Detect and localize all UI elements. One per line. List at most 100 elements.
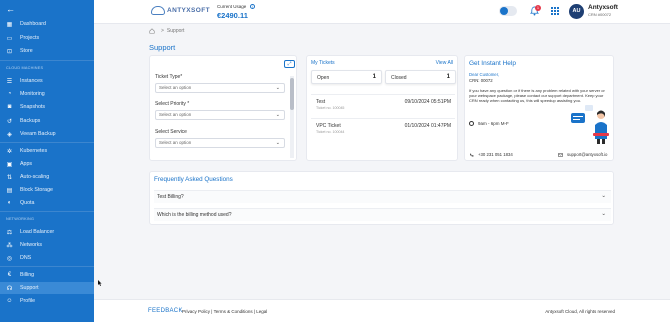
theme-toggle[interactable] bbox=[499, 6, 517, 16]
service-select[interactable]: Select an option ⌄ bbox=[155, 138, 285, 148]
page-title: Support bbox=[149, 43, 176, 52]
sidebar-item-support[interactable]: ☊ Support bbox=[0, 282, 94, 294]
headset-icon: ☊ bbox=[6, 285, 13, 292]
phone-icon bbox=[470, 153, 474, 156]
user-name[interactable]: Antyxsoft bbox=[588, 4, 618, 11]
sidebar-item-apps[interactable]: ▣ Apps bbox=[0, 158, 94, 170]
sidebar-item-label: Support bbox=[20, 285, 39, 291]
kubernetes-icon: ✲ bbox=[6, 148, 13, 155]
ticket-date: 09/10/2024 05:51PM bbox=[404, 99, 451, 105]
sidebar-item-profile[interactable]: ☺ Profile bbox=[0, 295, 94, 307]
sidebar-divider bbox=[0, 266, 94, 267]
my-tickets-title: My Tickets bbox=[311, 60, 335, 66]
open-tickets-box[interactable]: Open 1 bbox=[311, 70, 382, 84]
view-all-link[interactable]: View All bbox=[436, 60, 453, 66]
back-arrow-icon[interactable]: ← bbox=[6, 4, 15, 14]
footer-links[interactable]: Privacy Policy | Terms & Conditions | Le… bbox=[182, 309, 267, 314]
service-value: Select an option bbox=[159, 140, 192, 145]
chevron-down-icon: ⌄ bbox=[275, 140, 280, 146]
avatar[interactable]: AU bbox=[569, 4, 584, 19]
sidebar-item-label: Instances bbox=[20, 78, 43, 84]
open-count: 1 bbox=[372, 74, 376, 80]
chevron-down-icon: ⌄ bbox=[601, 193, 606, 199]
breadcrumb: > Support bbox=[149, 28, 184, 34]
sidebar-item-instances[interactable]: ☰ Instances bbox=[0, 75, 94, 87]
instant-help-card: Get Instant Help Dear Customer, CRN: 000… bbox=[464, 55, 614, 161]
sidebar: ← ▦ Dashboard ▭ Projects ⊡ Store CLOUD MACH… bbox=[0, 0, 94, 322]
help-phone: +30 231 051 1834 bbox=[469, 152, 513, 157]
priority-value: Select an option bbox=[159, 112, 192, 117]
sidebar-item-billing[interactable]: € Billing bbox=[0, 269, 94, 281]
home-icon[interactable] bbox=[149, 28, 155, 34]
sidebar-item-kubernetes[interactable]: ✲ Kubernetes bbox=[0, 145, 94, 157]
help-body: If you have any question or if there is … bbox=[469, 88, 605, 103]
faq-question: Test Billing? bbox=[157, 194, 184, 200]
camera-icon: ◙ bbox=[7, 104, 12, 110]
chart-icon: ◔ bbox=[7, 91, 12, 97]
closed-count: 1 bbox=[446, 74, 450, 80]
folder-icon: ▭ bbox=[6, 35, 13, 42]
feedback-link[interactable]: FEEDBACK bbox=[148, 308, 183, 314]
ticket-date: 01/10/2024 01:47PM bbox=[404, 123, 451, 129]
sidebar-item-label: DNS bbox=[20, 255, 32, 261]
sidebar-item-label: Projects bbox=[20, 35, 40, 41]
sidebar-item-label: Load Balancer bbox=[20, 229, 55, 235]
chevron-down-icon: ⌄ bbox=[275, 85, 280, 91]
scrollbar-thumb[interactable] bbox=[290, 78, 294, 110]
sidebar-divider bbox=[0, 142, 94, 143]
support-agent-illustration bbox=[571, 105, 609, 144]
storage-icon: ▤ bbox=[6, 187, 13, 194]
sidebar-item-backups[interactable]: ↺ Backups bbox=[0, 115, 94, 127]
logo-text: ANTYXSOFT bbox=[167, 7, 210, 14]
help-crn: CRN: 00072 bbox=[469, 78, 493, 83]
faq-item[interactable]: Test Billing? ⌄ bbox=[154, 190, 611, 203]
my-tickets-card: My Tickets View All Open 1 Closed 1 Test… bbox=[306, 55, 458, 161]
help-email[interactable]: support@antyxsoft.io bbox=[558, 152, 607, 157]
server-icon: ☰ bbox=[6, 78, 13, 85]
breadcrumb-current: Support bbox=[166, 28, 185, 34]
sidebar-item-block-storage[interactable]: ▤ Block Storage bbox=[0, 184, 94, 196]
faq-item[interactable]: Which is the billing method used? ⌄ bbox=[154, 208, 611, 221]
phone-number: +30 231 051 1834 bbox=[478, 152, 513, 157]
sidebar-item-projects[interactable]: ▭ Projects bbox=[0, 32, 94, 44]
sidebar-item-networks[interactable]: ⁂ Networks bbox=[0, 239, 94, 251]
priority-select[interactable]: Select an option ⌄ bbox=[155, 110, 285, 120]
logo[interactable]: ANTYXSOFT bbox=[151, 6, 210, 15]
ticket-type-select[interactable]: Select an option ⌄ bbox=[155, 83, 285, 93]
ticket-row[interactable]: VPC Ticket Ticket no. 100044 01/10/2024 … bbox=[311, 118, 455, 138]
faq-question: Which is the billing method used? bbox=[157, 212, 232, 218]
footer: FEEDBACK Privacy Policy | Terms & Condit… bbox=[94, 299, 670, 322]
top-header: ANTYXSOFT Current Usage i €2490.11 1 AU … bbox=[94, 0, 670, 24]
sidebar-item-snapshots[interactable]: ◙ Snapshots bbox=[0, 101, 94, 113]
section-cloud-machines: CLOUD MACHINES bbox=[6, 66, 44, 70]
sidebar-item-dns[interactable]: ◎ DNS bbox=[0, 252, 94, 264]
quota-icon: ◐ bbox=[7, 200, 12, 206]
priority-label: Select Priority * bbox=[155, 101, 190, 107]
form-scrollbar[interactable] bbox=[290, 76, 294, 158]
sidebar-item-veeam-backup[interactable]: ◈ Veeam Backup bbox=[0, 128, 94, 140]
sidebar-item-quota[interactable]: ◐ Quota bbox=[0, 197, 94, 209]
faq-card: Frequently Asked Questions Test Billing?… bbox=[149, 171, 614, 225]
scale-icon: ⇅ bbox=[6, 174, 13, 181]
closed-tickets-box[interactable]: Closed 1 bbox=[385, 70, 456, 84]
cloud-logo-icon bbox=[151, 6, 165, 15]
ticket-name: Test bbox=[316, 99, 326, 105]
sidebar-item-label: Veeam Backup bbox=[20, 131, 56, 137]
ticket-number: Ticket no. 100044 bbox=[316, 130, 345, 134]
ticket-type-label: Ticket Type* bbox=[155, 74, 183, 80]
sidebar-item-store[interactable]: ⊡ Store bbox=[0, 45, 94, 57]
sidebar-item-load-balancer[interactable]: ⚖ Load Balancer bbox=[0, 226, 94, 238]
info-icon[interactable]: i bbox=[250, 4, 255, 9]
mouse-cursor-icon bbox=[98, 280, 102, 286]
sidebar-item-dashboard[interactable]: ▦ Dashboard bbox=[0, 18, 94, 30]
sidebar-item-label: Dashboard bbox=[20, 21, 46, 27]
sidebar-item-label: Kubernetes bbox=[20, 148, 48, 154]
open-label: Open bbox=[317, 75, 330, 81]
ticket-row[interactable]: Test Ticket no. 100045 09/10/2024 05:51P… bbox=[311, 94, 455, 114]
help-title: Get Instant Help bbox=[469, 60, 516, 67]
cart-icon: ⊡ bbox=[6, 48, 13, 55]
sidebar-item-auto-scaling[interactable]: ⇅ Auto-scaling bbox=[0, 171, 94, 183]
apps-grid-icon[interactable] bbox=[551, 7, 559, 15]
expand-icon[interactable]: ⤢ bbox=[284, 60, 295, 68]
sidebar-item-monitoring[interactable]: ◔ Monitoring bbox=[0, 88, 94, 100]
